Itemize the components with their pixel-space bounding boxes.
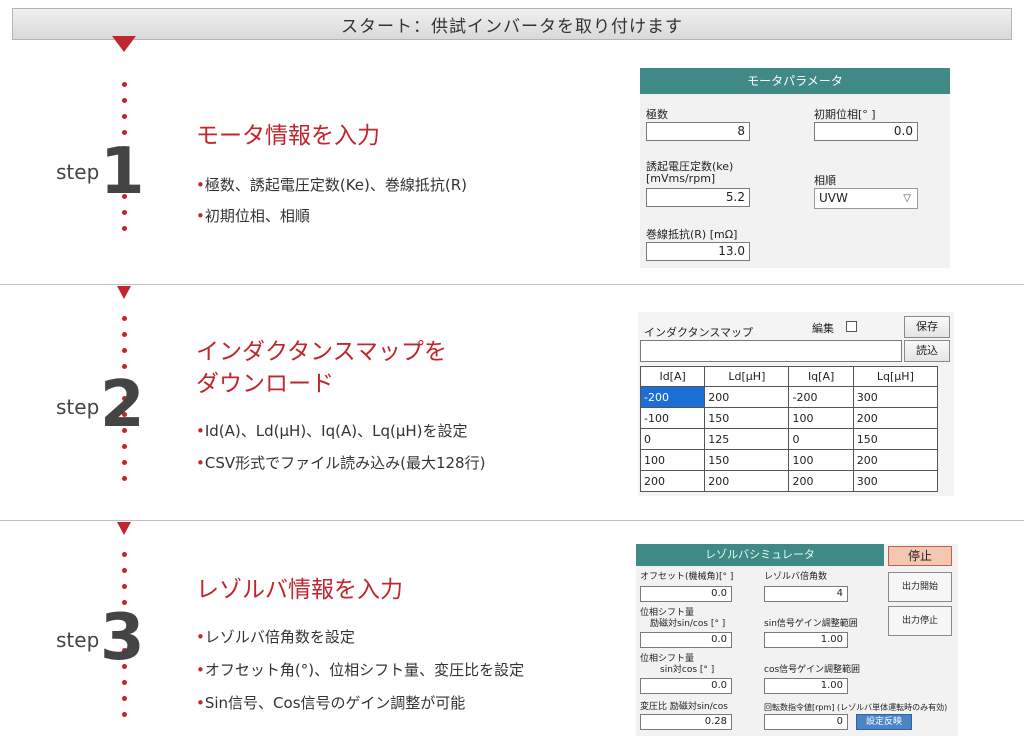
initial-phase-label: 初期位相[° ] (814, 108, 876, 121)
sin-gain-input[interactable]: 1.00 (764, 632, 848, 648)
table-cell[interactable]: 200 (704, 470, 790, 492)
step-2-label: step (56, 395, 100, 419)
step-2-title-line2: ダウンロード (196, 371, 334, 397)
column-header-id[interactable]: Id[A] (639, 366, 706, 387)
table-cell[interactable]: -200 (788, 386, 854, 408)
inductance-table: Id[A] Ld[μH] Iq[A] Lq[μH] -200 200 -200 … (639, 366, 939, 492)
step-2-title-line1: インダクタンスマップを (196, 339, 447, 365)
separator-2 (0, 520, 1024, 521)
cos-gain-input[interactable]: 1.00 (764, 678, 848, 694)
poles-input[interactable]: 8 (646, 122, 750, 141)
edit-checkbox[interactable] (846, 321, 857, 332)
ke-input[interactable]: 5.2 (646, 188, 750, 207)
initial-phase-input[interactable]: 0.0 (814, 122, 918, 141)
edit-label: 編集 (812, 322, 834, 335)
step-3-bullet-3: •Sin信号、Cos信号のゲイン調整が可能 (196, 694, 466, 712)
output-stop-button[interactable]: 出力停止 (888, 606, 952, 636)
table-cell[interactable]: 200 (852, 407, 939, 429)
step-3-number: 3 (100, 601, 145, 675)
step-1-bullet-2: •初期位相、相順 (196, 207, 310, 225)
step-1-number: 1 (100, 135, 145, 209)
stop-button[interactable]: 停止 (888, 546, 952, 566)
table-cell[interactable]: 200 (704, 386, 790, 408)
step-2-bullet-1: •Id(A)、Ld(μH)、Iq(A)、Lq(μH)を設定 (196, 422, 468, 440)
output-start-button[interactable]: 出力開始 (888, 572, 952, 602)
step-1-title: モータ情報を入力 (196, 123, 380, 149)
cos-gain-label: cos信号ゲイン調整範囲 (764, 665, 860, 675)
step-1-bullet-1: •極数、誘起電圧定数(Ke)、巻線抵抗(R) (196, 176, 468, 194)
resistance-input[interactable]: 13.0 (646, 242, 750, 261)
table-row: 200 200 200 300 (639, 470, 939, 492)
phase-order-select[interactable]: UVW ▽ (814, 188, 918, 209)
sin-gain-label: sin信号ゲイン調整範囲 (764, 619, 858, 629)
phase-shift1-input[interactable]: 0.0 (640, 632, 732, 648)
column-header-iq[interactable]: Iq[A] (788, 366, 854, 387)
ratio-label: 変圧比 励磁対sin/cos (640, 702, 728, 712)
table-cell[interactable]: 125 (704, 428, 790, 450)
table-cell[interactable]: 300 (852, 470, 939, 492)
table-row: 0 125 0 150 (639, 428, 939, 450)
step-1-label: step (56, 160, 100, 184)
motor-panel-title: モータパラメータ (640, 68, 950, 94)
separator-1 (0, 284, 1024, 285)
speed-command-label: 回転数指令値[rpm] (レゾルバ単体運転時のみ有効) (764, 703, 948, 712)
step-2-bullet-2: •CSV形式でファイル読み込み(最大128行) (196, 454, 486, 472)
table-cell[interactable]: 200 (639, 470, 706, 492)
table-row: -200 200 -200 300 (639, 386, 939, 408)
phase-shift2-input[interactable]: 0.0 (640, 678, 732, 694)
multiplier-input[interactable]: 4 (764, 586, 848, 602)
column-header-lq[interactable]: Lq[μH] (852, 366, 939, 387)
phase-shift2-label-line1: 位相シフト量 (640, 654, 695, 664)
flow-arrow-1-icon (117, 286, 131, 299)
table-cell[interactable]: 150 (704, 449, 790, 471)
poles-label: 極数 (646, 108, 668, 121)
offset-input[interactable]: 0.0 (640, 586, 732, 602)
start-banner: スタート：供試インバータを取り付けます (12, 8, 1012, 40)
load-button[interactable]: 読込 (904, 340, 950, 362)
inductance-map-title: インダクタンスマップ (644, 326, 754, 339)
step-2-number: 2 (100, 368, 145, 442)
table-cell[interactable]: 0 (639, 428, 706, 450)
table-cell[interactable]: 150 (852, 428, 939, 450)
table-row: -100 150 100 200 (639, 407, 939, 429)
table-cell[interactable]: 100 (788, 407, 854, 429)
column-header-ld[interactable]: Ld[μH] (704, 366, 790, 387)
table-header-row: Id[A] Ld[μH] Iq[A] Lq[μH] (639, 366, 939, 387)
ke-label-line2: [mVms/rpm] (646, 172, 716, 185)
step-3-bullet-2: •オフセット角(°)、位相シフト量、変圧比を設定 (196, 661, 525, 679)
offset-label: オフセット(機械角)[° ] (640, 572, 734, 582)
motor-parameter-panel: モータパラメータ 極数 8 初期位相[° ] 0.0 誘起電圧定数(ke) [m… (640, 68, 950, 268)
step-3-bullet-1: •レゾルバ倍角数を設定 (196, 628, 355, 646)
save-button[interactable]: 保存 (904, 316, 950, 338)
multiplier-label: レゾルバ倍角数 (764, 572, 828, 582)
apply-settings-button[interactable]: 設定反映 (856, 714, 912, 730)
table-cell[interactable]: 200 (788, 470, 854, 492)
table-cell[interactable]: 200 (852, 449, 939, 471)
table-cell[interactable]: 300 (852, 386, 939, 408)
flow-arrow-start-icon (112, 36, 136, 52)
resolver-panel-title: レゾルバシミュレータ (636, 544, 884, 566)
chevron-down-icon: ▽ (903, 193, 911, 204)
step-3-label: step (56, 628, 100, 652)
ratio-input[interactable]: 0.28 (640, 714, 732, 730)
file-path-input[interactable] (640, 340, 902, 362)
resistance-label: 巻線抵抗(R) [mΩ] (646, 228, 738, 241)
table-cell[interactable]: 0 (788, 428, 854, 450)
table-cell[interactable]: 100 (788, 449, 854, 471)
phase-order-label: 相順 (814, 174, 836, 187)
table-cell[interactable]: -200 (639, 386, 706, 408)
step-3-title: レゾルバ情報を入力 (196, 577, 403, 603)
table-cell[interactable]: 100 (639, 449, 706, 471)
table-cell[interactable]: -100 (639, 407, 706, 429)
inductance-map-panel: インダクタンスマップ 編集 保存 読込 Id[A] Ld[μH] Iq[A] L… (638, 312, 954, 496)
phase-shift1-label-line2: 励磁対sin/cos [° ] (650, 619, 726, 629)
resolver-simulator-panel: レゾルバシミュレータ 停止 オフセット(機械角)[° ] 0.0 レゾルバ倍角数… (636, 544, 958, 736)
start-banner-text: スタート：供試インバータを取り付けます (341, 16, 683, 37)
phase-shift2-label-line2: sin対cos [° ] (660, 665, 715, 675)
table-cell[interactable]: 150 (704, 407, 790, 429)
flow-arrow-2-icon (117, 522, 131, 535)
phase-shift1-label-line1: 位相シフト量 (640, 608, 695, 618)
table-row: 100 150 100 200 (639, 449, 939, 471)
speed-command-input[interactable]: 0 (764, 714, 848, 730)
